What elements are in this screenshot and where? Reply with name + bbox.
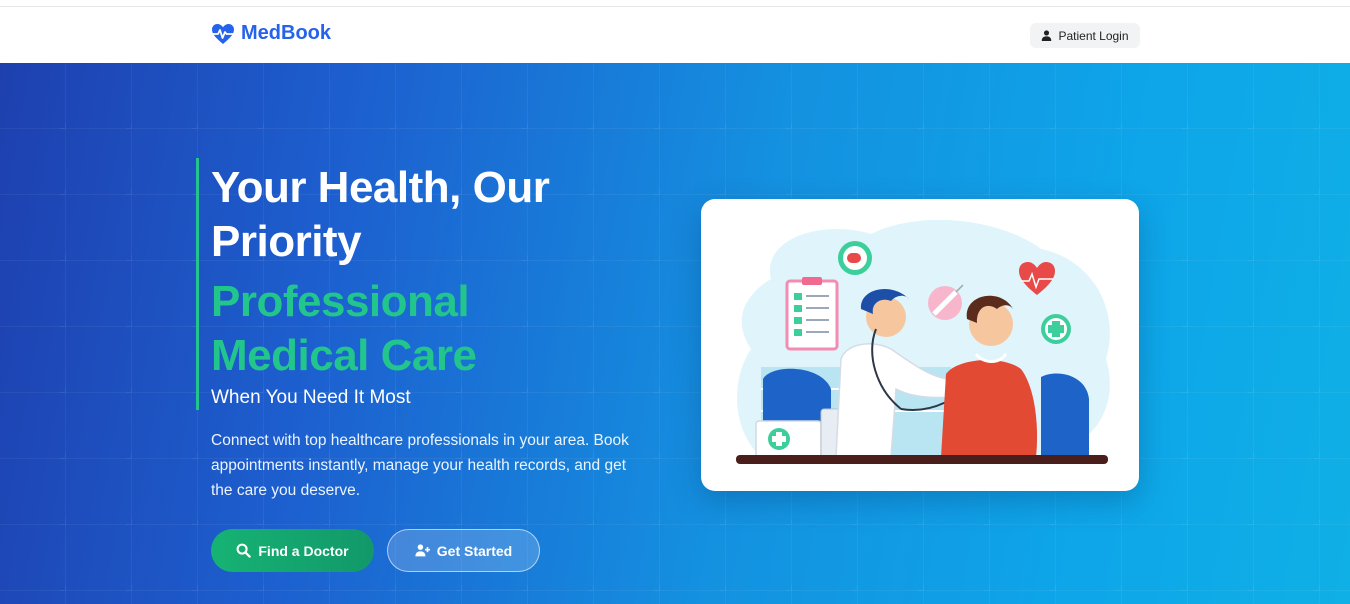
patient-login-label: Patient Login <box>1058 28 1129 43</box>
get-started-label: Get Started <box>436 542 513 559</box>
hero-description: Connect with top healthcare professional… <box>211 432 629 499</box>
user-plus-icon <box>415 544 430 557</box>
top-border <box>0 0 1350 7</box>
find-doctor-label: Find a Doctor <box>258 542 349 559</box>
hero-section: Your Health, Our Priority Professional M… <box>0 63 1350 604</box>
find-doctor-button[interactable]: Find a Doctor <box>211 529 374 572</box>
hero-grid-pattern <box>0 63 1350 604</box>
doctor-patient-illustration <box>736 219 1110 464</box>
hero-title: Your Health, Our Priority <box>211 163 550 266</box>
hero-subtitle: When You Need It Most <box>211 387 411 408</box>
user-icon <box>1042 30 1052 41</box>
title-accent-bar <box>196 158 199 410</box>
search-icon <box>236 543 252 558</box>
brand-logo[interactable]: MedBook <box>211 22 331 45</box>
brand-name: MedBook <box>241 22 331 44</box>
hero-title-highlight: Professional Medical Care <box>211 277 477 380</box>
get-started-button[interactable]: Get Started <box>387 529 540 572</box>
patient-login-button[interactable]: Patient Login <box>1030 23 1140 48</box>
hero-illustration-card <box>701 199 1139 491</box>
heartbeat-icon <box>212 23 234 44</box>
navbar: MedBook Patient Login <box>0 7 1350 63</box>
